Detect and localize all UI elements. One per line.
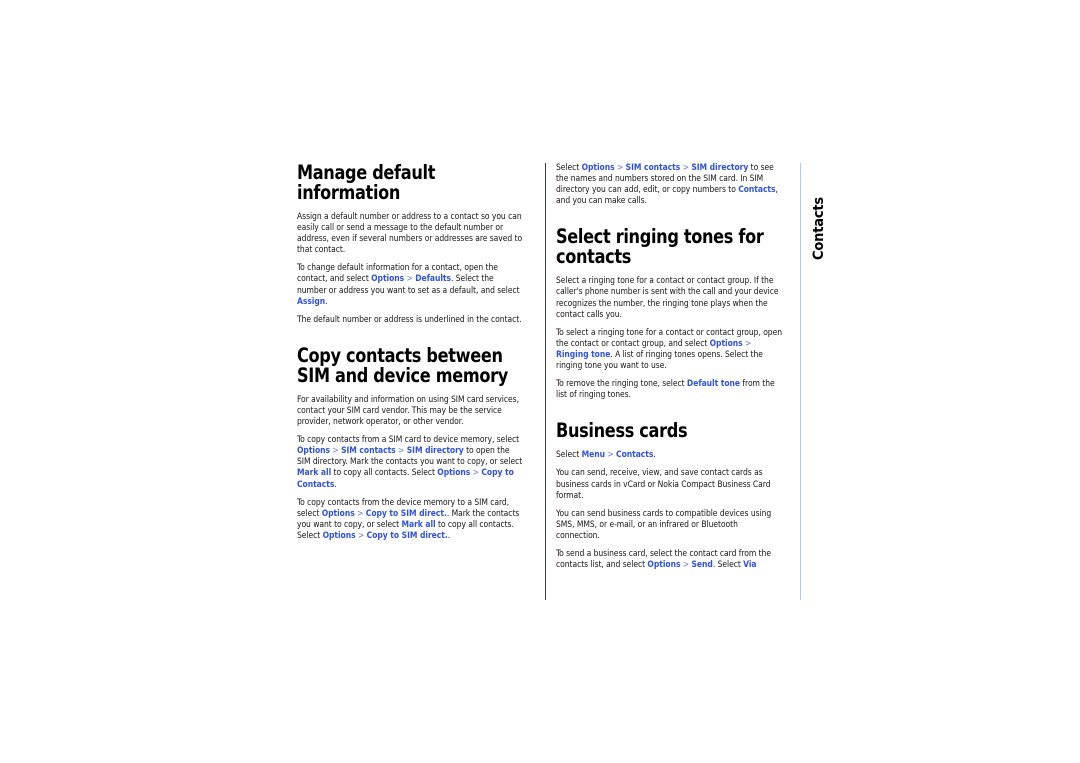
ui-command-reference: Defaults [415,274,451,285]
ui-command-reference: Mark all [401,519,436,530]
ui-command-reference: Contacts [738,185,776,196]
ui-command-reference: SIM contacts [341,446,396,457]
ui-command-reference: Contacts [616,450,654,461]
ui-command-reference: Default tone [686,379,741,390]
paragraph: The default number or address is underli… [297,314,522,325]
ui-command-reference: Menu [581,450,605,461]
paragraph: Select a ringing tone for a contact or c… [556,276,779,320]
paragraph: To copy contacts from the device memory … [297,497,520,541]
ui-command-reference: Mark all [297,468,332,479]
ui-command-reference: Options [371,274,405,285]
command-separator: > [604,450,617,461]
command-separator: > [404,274,416,285]
user-guide-page: Manage default information Assign a defa… [0,0,1080,763]
left-text-column: Manage default information Assign a defa… [297,163,541,542]
ui-command-reference: Copy to SIM direct. [365,508,447,519]
command-separator: > [395,446,407,457]
command-separator: > [742,338,752,349]
ui-command-reference: SIM directory [406,446,464,457]
paragraph-group-sim-directory-continued: Select Options > SIM contacts > SIM dire… [556,163,800,207]
command-separator: > [470,468,482,479]
right-text-column: Select Options > SIM contacts > SIM dire… [556,163,800,571]
paragraph-group-copy-contacts: For availability and information on usin… [297,395,541,542]
paragraph: To select a ringing tone for a contact o… [556,327,783,372]
command-separator: > [330,446,342,457]
command-separator: > [680,163,692,173]
heading-copy-contacts-between-sim-and-device-memory: Copy contacts between SIM and device mem… [297,343,508,387]
chapter-tab: Contacts [806,170,832,260]
paragraph: Assign a default number or address to a … [297,212,523,256]
ui-command-reference: Send [691,560,713,571]
ui-command-reference: Assign [297,296,326,307]
command-separator: > [680,560,692,571]
paragraph: To remove the ringing tone, select Defau… [556,379,775,401]
ui-command-reference: SIM contacts [625,163,681,173]
paragraph-group-business-cards: Select Menu > Contacts. You can send, rec… [556,450,800,571]
paragraph: You can send, receive, view, and save co… [556,468,771,501]
ui-command-reference: Options [581,163,615,173]
ui-command-reference: Options [709,338,743,349]
ui-command-reference: Via [743,560,757,571]
command-separator: > [354,508,366,519]
ui-command-reference: Options [437,468,471,479]
heading-select-ringing-tones-for-contacts: Select ringing tones for contacts [556,225,764,269]
paragraph: For availability and information on usin… [297,394,519,428]
paragraph: To change default information for a cont… [297,263,520,307]
ui-command-reference: Ringing tone [556,349,611,360]
ui-command-reference: Options [322,530,356,541]
paragraph: To send a business card, select the cont… [556,548,771,571]
command-separator: > [355,530,367,541]
chapter-tab-divider-rule [800,163,801,600]
column-divider-rule [545,163,546,600]
ui-command-reference: Options [647,560,681,571]
heading-business-cards: Business cards [556,419,688,443]
paragraph-group-select-ringing-tones: Select a ringing tone for a contact or c… [556,276,800,401]
paragraph: You can send business cards to compatibl… [556,508,772,541]
paragraph: Select Menu > Contacts. [556,450,656,461]
paragraph: Select Options > SIM contacts > SIM dire… [556,163,778,207]
paragraph: To copy contacts from a SIM card to devi… [297,435,523,490]
heading-manage-default-information: Manage default information [297,161,436,204]
ui-command-reference: SIM directory [691,163,749,173]
command-separator: > [614,163,626,173]
ui-command-reference: Options [321,508,355,519]
paragraph-group-manage-default-information: Assign a default number or address to a … [297,212,541,326]
chapter-tab-label: Contacts [811,197,827,260]
ui-command-reference: Options [297,446,331,457]
ui-command-reference: Copy to SIM direct. [366,530,448,541]
